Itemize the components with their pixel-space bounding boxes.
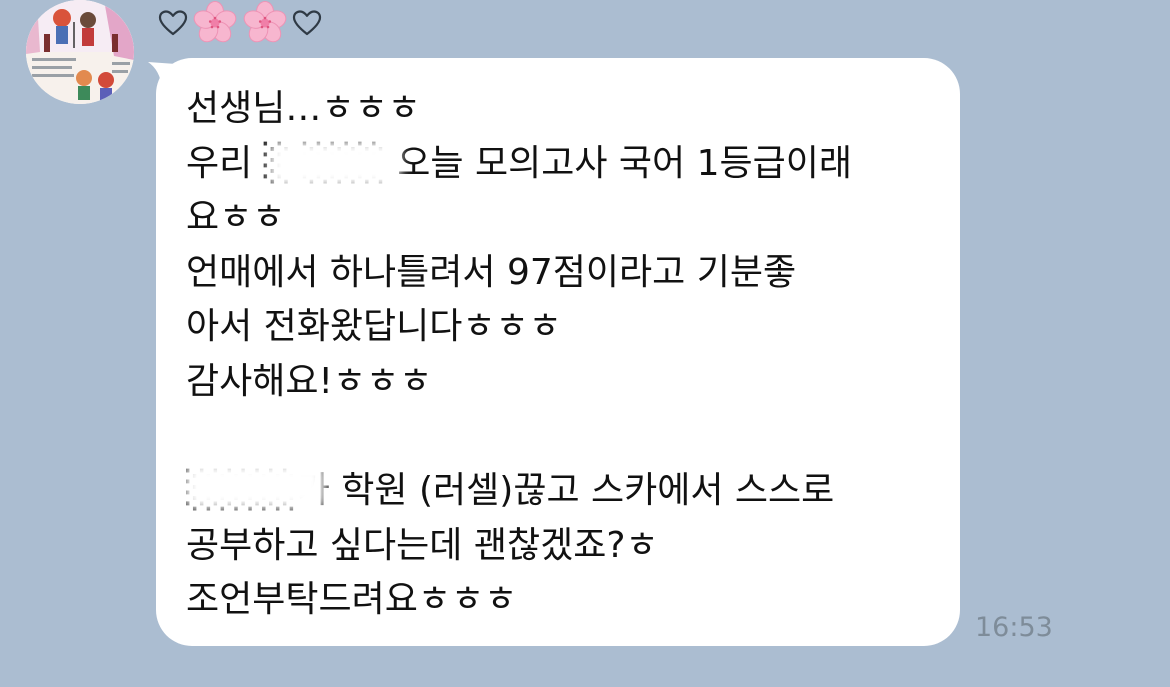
message-line: 요ㅎㅎ: [186, 197, 286, 239]
message-line: 언매에서 하나틀려서 97점이라고 기분좋: [186, 251, 797, 293]
message-line: 선생님…ㅎㅎㅎ: [186, 88, 421, 129]
message-line: 공부하고 싶다는데 괜찮겠죠?ㅎ: [186, 524, 659, 566]
message-line: 감사해요!ㅎㅎㅎ: [186, 360, 433, 402]
cherry-blossom-icon[interactable]: [242, 0, 288, 46]
redacted-name-blur: [268, 140, 400, 188]
message-line: 조언부탁드려요ㅎㅎㅎ: [186, 579, 518, 621]
message-reactions[interactable]: [158, 0, 322, 46]
redacted-name-blur: [184, 462, 326, 510]
heart-icon[interactable]: [158, 8, 188, 38]
message-timestamp: 16:53: [975, 612, 1053, 643]
avatar-drawing-icon: [26, 0, 134, 104]
heart-icon[interactable]: [292, 8, 322, 38]
sender-avatar[interactable]: [26, 0, 134, 104]
message-line: [186, 410, 946, 465]
message-line: 아서 전화왔답니다ㅎㅎㅎ: [186, 306, 562, 348]
cherry-blossom-icon[interactable]: [192, 0, 238, 46]
